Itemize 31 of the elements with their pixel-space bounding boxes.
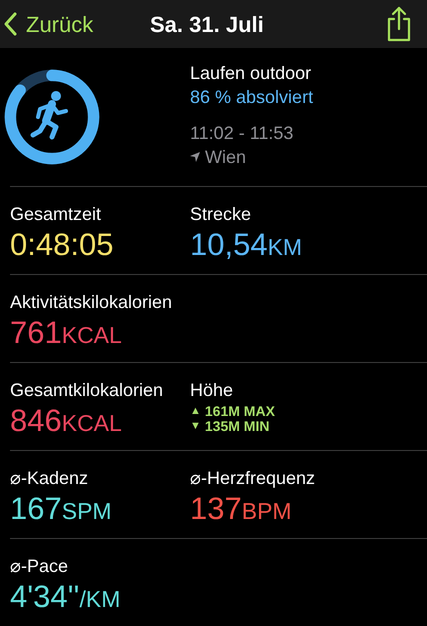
metric-value: 846 [10, 402, 62, 440]
back-button[interactable]: Zurück [2, 8, 150, 40]
metric-unit: KCAL [62, 409, 122, 438]
up-arrow-icon: ▲ [190, 404, 201, 419]
down-arrow-icon: ▼ [190, 419, 201, 434]
metric-value: 0:48:05 [10, 226, 114, 264]
metric-value: 4'34'' [10, 578, 80, 616]
metric-value: 10,54 [190, 226, 268, 264]
max-elevation: 161M MAX [204, 404, 275, 419]
page-title: Sa. 31. Juli [150, 10, 265, 38]
completion-text: 86 % absolviert [190, 86, 314, 109]
metric-label: Gesamtkilokalorien [10, 379, 164, 402]
time-range: 11:02 - 11:53 [190, 122, 294, 145]
metric-label: Höhe [190, 379, 234, 402]
metric-label: ⌀-Herzfrequenz [190, 467, 316, 490]
metric-label: Strecke [190, 203, 252, 226]
metric-label: ⌀-Pace [10, 555, 70, 578]
min-elevation: 135M MIN [204, 419, 270, 434]
workout-name: Laufen outdoor [190, 62, 312, 85]
metric-unit: KM [268, 233, 302, 262]
metric-unit: BPM [242, 497, 292, 526]
metric-label: ⌀-Kadenz [10, 467, 90, 490]
metric-unit: /KM [79, 585, 120, 614]
metric-value: 137 [190, 490, 242, 528]
metric-value: 761 [10, 314, 62, 352]
metric-unit: KCAL [62, 321, 122, 350]
metric-label: Gesamtzeit [10, 203, 102, 226]
metric-label: Aktivitätskilokalorien [10, 291, 174, 314]
metric-value: 167 [10, 490, 62, 528]
metric-unit: SPM [62, 497, 112, 526]
location-text: Wien [205, 146, 246, 169]
